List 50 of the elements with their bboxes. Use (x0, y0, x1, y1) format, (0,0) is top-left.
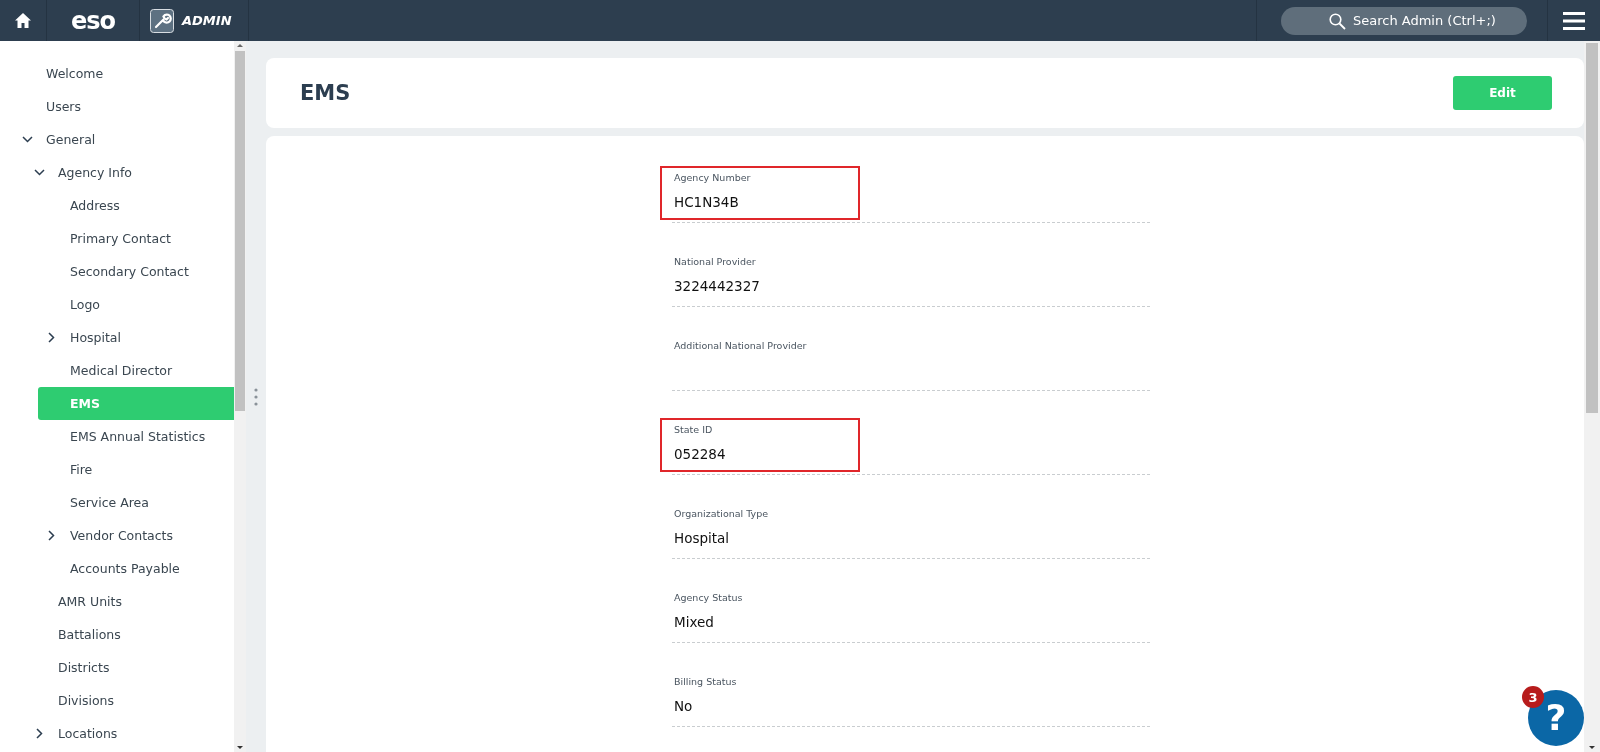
nav-item[interactable]: Service Area (0, 486, 234, 519)
nav-item[interactable]: Primary Contact (0, 222, 234, 255)
nav-item[interactable]: General (0, 123, 234, 156)
chevron-down-icon[interactable] (34, 167, 45, 178)
field-label: State ID (674, 424, 714, 437)
search-icon (1329, 12, 1346, 30)
nav-item[interactable]: Districts (0, 651, 234, 684)
nav-item[interactable]: Medical Director (0, 354, 234, 387)
field-value: Hospital (674, 530, 730, 546)
field-value: 052284 (674, 446, 726, 462)
nav-item[interactable]: Vendor Contacts (0, 519, 234, 552)
nav-item[interactable]: Welcome (0, 57, 234, 90)
field-label: Agency Status (674, 592, 744, 605)
nav-item[interactable]: Address (0, 189, 234, 222)
scroll-down-arrow-icon[interactable] (235, 744, 245, 752)
field-label: National Provider (674, 256, 757, 269)
scroll-up-arrow-icon[interactable] (235, 41, 245, 49)
chevron-right-icon[interactable] (46, 530, 57, 541)
app-title: ADMIN (182, 13, 232, 28)
field-value: No (674, 698, 693, 714)
menu-icon[interactable] (1563, 11, 1585, 30)
page-title: EMS (300, 81, 351, 105)
nav-item[interactable]: Divisions (0, 684, 234, 717)
nav-item[interactable]: AMR Units (0, 585, 234, 618)
nav-item[interactable]: Locations (0, 717, 234, 750)
chevron-right-icon[interactable] (46, 332, 57, 343)
nav-item[interactable]: Hospital (0, 321, 234, 354)
nav-item[interactable]: Fire (0, 453, 234, 486)
nav-item[interactable]: Battalions (0, 618, 234, 651)
nav-item[interactable]: Agency Info (0, 156, 234, 189)
search-field[interactable]: Search Admin (Ctrl+;) (1281, 6, 1527, 35)
field-label: Agency Number (674, 172, 752, 185)
chevron-down-icon[interactable] (22, 134, 33, 145)
nav-item[interactable]: Accounts Payable (0, 552, 234, 585)
nav-item[interactable]: Users (0, 90, 234, 123)
field-label: Organizational Type (674, 508, 770, 521)
nav-item[interactable]: EMS Annual Statistics (0, 420, 234, 453)
field-value: 3224442327 (674, 278, 760, 294)
nav-item[interactable]: Secondary Contact (0, 255, 234, 288)
logo[interactable]: eso (70, 8, 116, 33)
nav-item[interactable]: Logo (0, 288, 234, 321)
chevron-right-icon[interactable] (34, 728, 45, 739)
field-label: Billing Status (674, 676, 738, 689)
home-icon[interactable] (15, 13, 31, 28)
drag-handle-icon[interactable] (254, 387, 258, 406)
wrench-icon (150, 8, 174, 33)
field-value: Mixed (674, 614, 714, 630)
field-label: Additional National Provider (674, 340, 808, 353)
scroll-down-arrow-icon[interactable] (1587, 744, 1597, 752)
field-value: HC1N34B (674, 194, 739, 210)
